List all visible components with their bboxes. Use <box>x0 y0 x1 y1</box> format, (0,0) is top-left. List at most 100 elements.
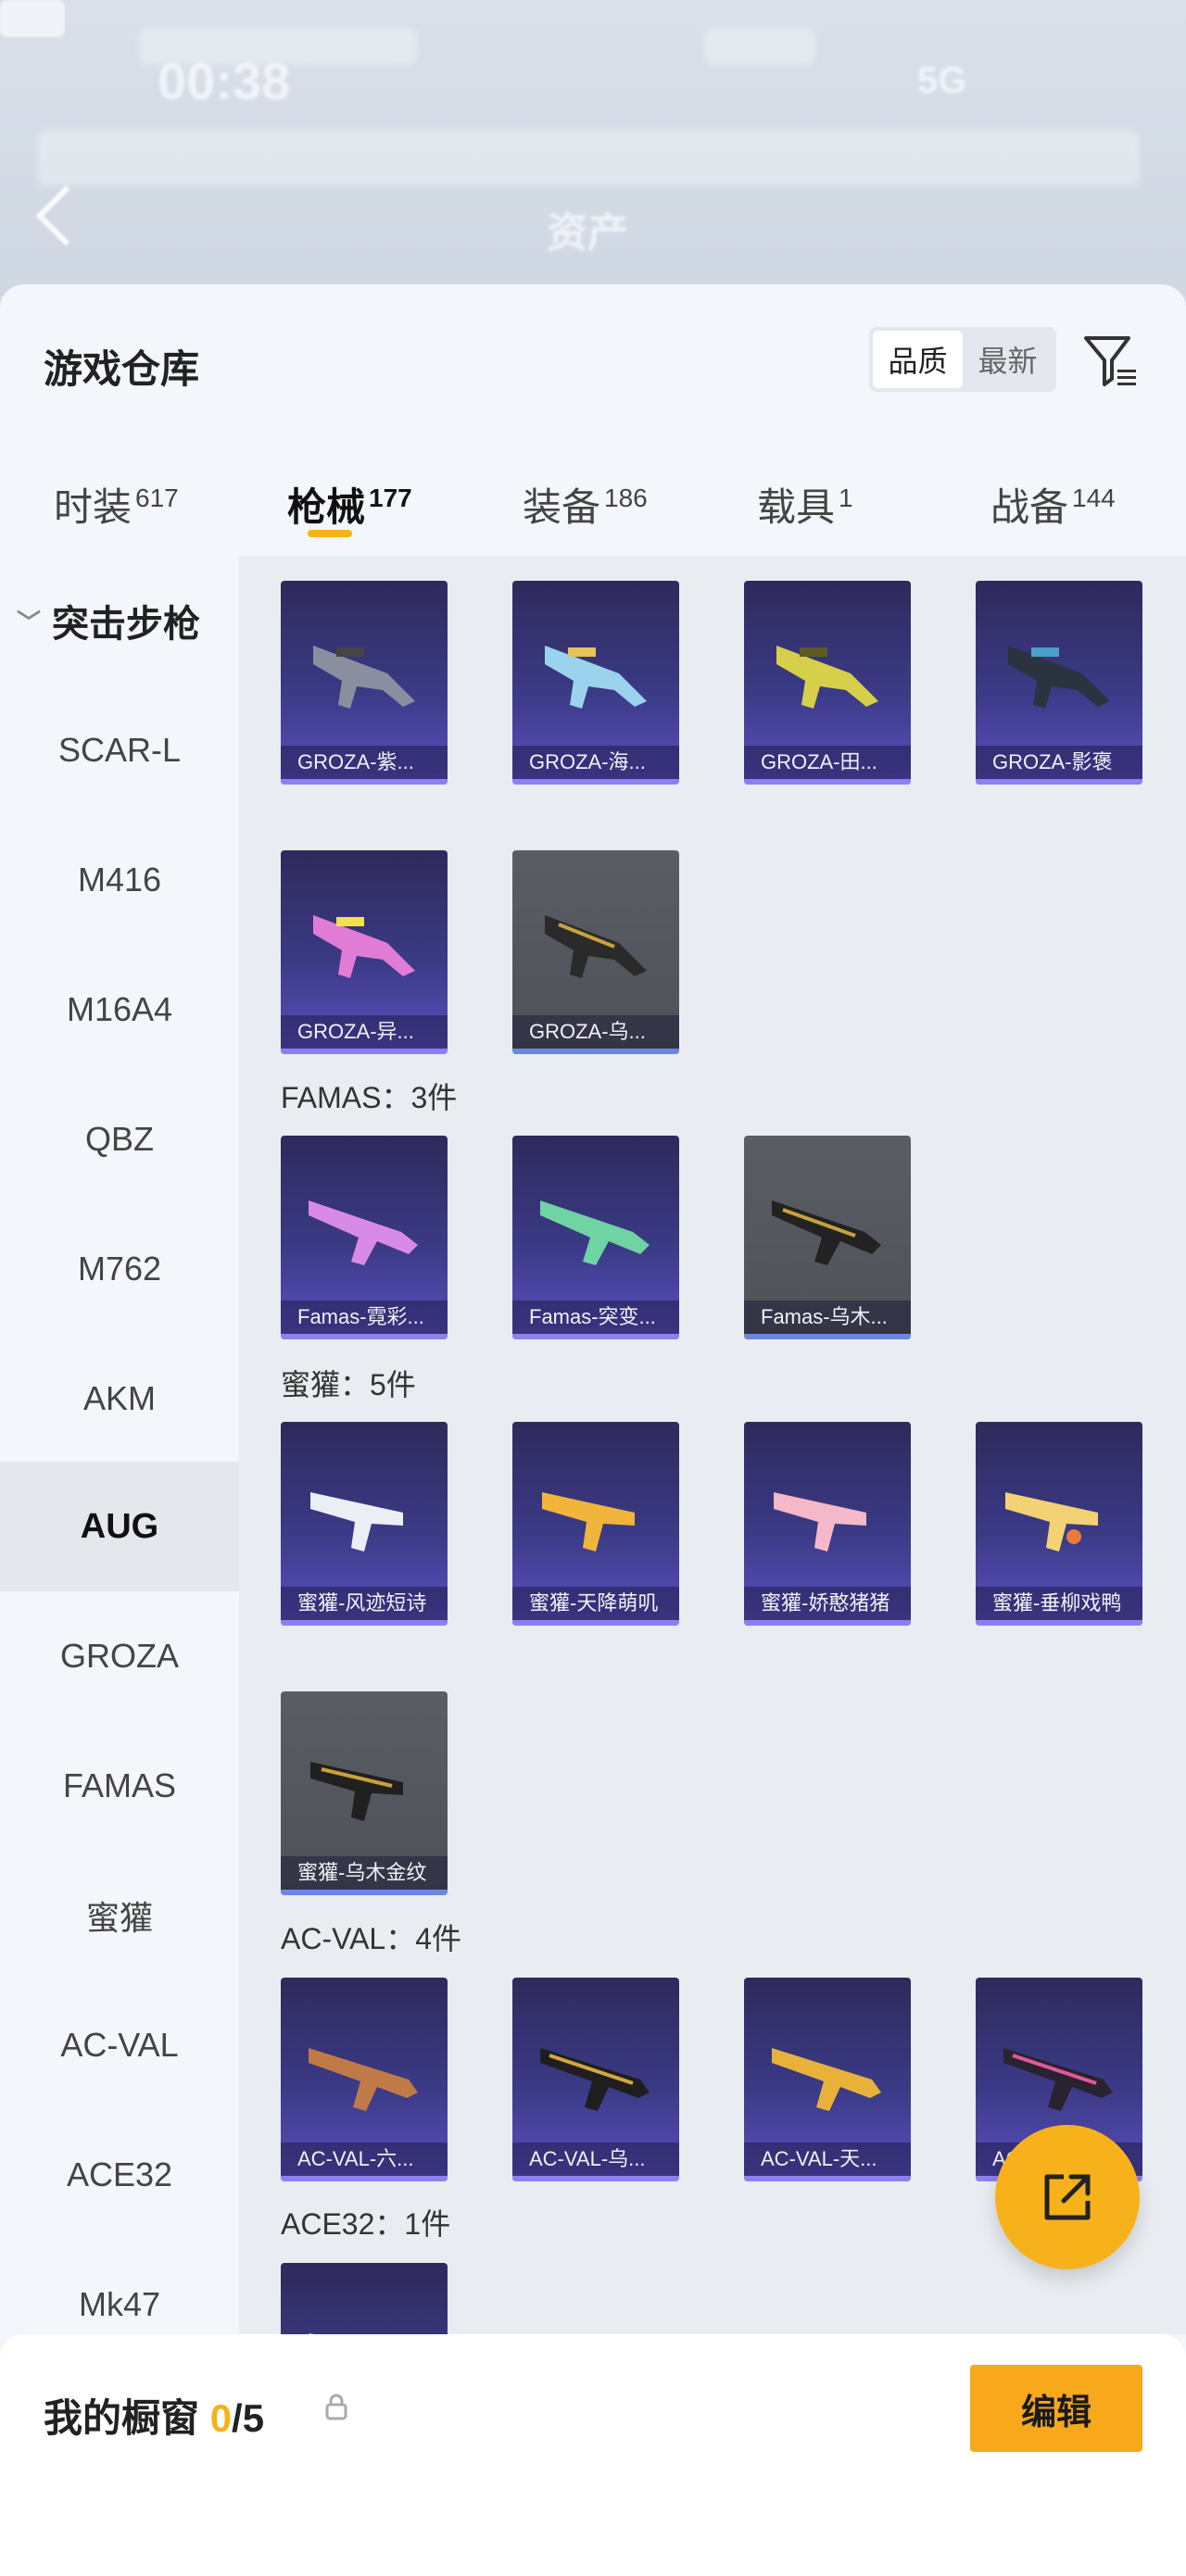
weapon-card[interactable]: GROZA-影褒 <box>976 581 1142 785</box>
sidebar-item[interactable]: M416 <box>0 815 239 945</box>
sidebar-item[interactable]: 蜜獾 <box>0 1851 239 1980</box>
weapon-card[interactable]: 蜜獾-垂柳戏鸭 <box>976 1422 1142 1626</box>
showcase-bar: 我的橱窗 0/5 编辑 <box>0 2334 1186 2576</box>
rifle-icon <box>309 2048 418 2111</box>
weapon-card[interactable]: 蜜獾-乌木金纹 <box>281 1691 448 1895</box>
sidebar-item[interactable]: QBZ <box>0 1074 239 1204</box>
sheet-title: 游戏仓库 <box>44 347 200 391</box>
active-tab-indicator <box>308 530 352 537</box>
sidebar-item[interactable]: ACE32 <box>0 2110 239 2240</box>
rarity-bar <box>976 1620 1142 1626</box>
rifle-icon <box>540 2048 650 2111</box>
share-floating-button[interactable] <box>995 2125 1140 2269</box>
sidebar-category-header[interactable]: ﹀ 突击步枪 <box>17 556 200 685</box>
rifle-icon <box>309 1200 418 1265</box>
weapon-card[interactable]: Famas-霓彩... <box>281 1136 448 1339</box>
tab-label: 装备 <box>523 485 601 529</box>
rarity-bar <box>281 1334 448 1339</box>
tab-vehicles[interactable]: 载具 1 <box>757 476 853 533</box>
rarity-bar <box>512 1620 679 1626</box>
weapon-name: 蜜獾-乌木金纹 <box>281 1856 448 1890</box>
rifle-icon <box>542 1492 635 1552</box>
sidebar-item[interactable]: FAMAS <box>0 1721 239 1851</box>
rifle-icon <box>540 1200 650 1265</box>
sidebar-item[interactable]: M16A4 <box>0 945 239 1074</box>
weapon-card[interactable]: GROZA-异... <box>281 850 448 1054</box>
rifle-icon <box>774 1492 866 1552</box>
tab-fashion[interactable]: 时装 617 <box>54 476 179 533</box>
weapon-name: GROZA-影褒 <box>976 746 1142 779</box>
weapon-name: GROZA-乌... <box>512 1015 679 1049</box>
rifle-icon <box>772 2048 881 2111</box>
weapon-name: GROZA-异... <box>281 1015 448 1049</box>
sidebar-item-active[interactable]: AUG <box>0 1462 239 1591</box>
weapon-card[interactable]: GROZA-紫... <box>281 581 448 785</box>
weapon-card[interactable]: 蜜獾-娇憨猪猪 <box>744 1422 911 1626</box>
weapon-card[interactable]: 蜜獾-天降萌叽 <box>512 1422 679 1626</box>
tab-combat-gear[interactable]: 战备 144 <box>990 476 1116 533</box>
sidebar-item[interactable]: SCAR-L <box>0 685 239 815</box>
sidebar-item[interactable]: M762 <box>0 1204 239 1334</box>
rifle-icon <box>545 646 647 709</box>
group-label-famas: FAMAS：3件 <box>281 1081 458 1114</box>
share-icon <box>1044 2174 1091 2220</box>
tab-count: 1 <box>839 484 853 512</box>
status-time: 00:38 <box>158 52 291 110</box>
rarity-bar <box>512 779 679 785</box>
weapon-card[interactable]: AC-VAL-天... <box>744 1978 911 2181</box>
weapon-card[interactable]: Famas-乌木... <box>744 1136 911 1339</box>
tab-firearms[interactable]: 枪械 177 <box>287 476 412 533</box>
weapon-grid: GROZA-紫... GROZA-海... GROZA-田... GROZA-影… <box>239 556 1186 2334</box>
weapon-card[interactable] <box>281 2263 448 2334</box>
filter-icon[interactable] <box>1080 331 1142 392</box>
weapon-name: Famas-突变... <box>512 1301 679 1334</box>
weapon-card[interactable]: GROZA-海... <box>512 581 679 785</box>
rifle-icon <box>309 2333 314 2334</box>
category-tabs: 时装 617 枪械 177 装备 186 载具 1 战备 144 <box>0 456 1186 558</box>
weapon-card[interactable]: Famas-突变... <box>512 1136 679 1339</box>
weapon-card[interactable]: AC-VAL-六... <box>281 1978 448 2181</box>
rarity-bar <box>744 2176 911 2181</box>
rifle-icon <box>313 915 415 978</box>
showcase-title: 我的橱窗 <box>44 2396 200 2440</box>
rarity-bar <box>512 1334 679 1339</box>
weapon-card[interactable]: GROZA-田... <box>744 581 911 785</box>
battery-icon <box>0 0 65 37</box>
group-label-acval: AC-VAL：4件 <box>281 1922 462 1955</box>
weapon-card[interactable]: AC-VAL-乌... <box>512 1978 679 2181</box>
tab-label: 载具 <box>757 485 836 529</box>
sidebar-category-label: 突击步枪 <box>52 604 201 645</box>
rifle-icon <box>1005 1492 1098 1552</box>
sort-quality-button[interactable]: 品质 <box>873 331 963 388</box>
rarity-bar <box>281 1049 448 1054</box>
rifle-icon <box>310 1762 403 1821</box>
sidebar-item[interactable]: AKM <box>0 1334 239 1464</box>
weapon-card[interactable]: GROZA-乌... <box>512 850 679 1054</box>
rarity-bar <box>744 779 911 785</box>
weapon-name: 蜜獾-垂柳戏鸭 <box>976 1587 1142 1620</box>
back-icon[interactable] <box>35 185 96 246</box>
weapon-card[interactable]: 蜜獾-风迹短诗 <box>281 1422 448 1626</box>
weapon-name: 蜜獾-娇憨猪猪 <box>744 1587 911 1620</box>
sidebar-item[interactable]: GROZA <box>0 1591 239 1721</box>
group-label-honeybadger: 蜜獾：5件 <box>281 1368 416 1401</box>
rifle-icon <box>1003 2048 1113 2111</box>
rifle-icon <box>310 1492 403 1552</box>
weapon-name: Famas-乌木... <box>744 1301 911 1334</box>
sort-toggle: 品质 最新 <box>869 327 1056 392</box>
edit-button[interactable]: 编辑 <box>970 2365 1142 2452</box>
rarity-bar <box>281 2176 448 2181</box>
weapon-name: Famas-霓彩... <box>281 1301 448 1334</box>
weapon-sidebar: ﹀ 突击步枪 SCAR-L M416 M16A4 QBZ M762 AKM AUG… <box>0 556 239 2576</box>
chevron-down-icon: ﹀ <box>17 608 42 636</box>
tab-label: 时装 <box>54 485 132 529</box>
tab-equipment[interactable]: 装备 186 <box>523 476 648 533</box>
sidebar-item[interactable]: AC-VAL <box>0 1980 239 2110</box>
weapon-name: AC-VAL-六... <box>281 2142 448 2176</box>
showcase-label: 我的橱窗 0/5 <box>44 2387 264 2444</box>
rifle-icon <box>545 915 647 978</box>
sort-newest-button[interactable]: 最新 <box>963 331 1053 388</box>
status-network: 5G <box>917 60 967 101</box>
rarity-bar <box>281 1890 448 1895</box>
rarity-bar <box>512 1049 679 1054</box>
